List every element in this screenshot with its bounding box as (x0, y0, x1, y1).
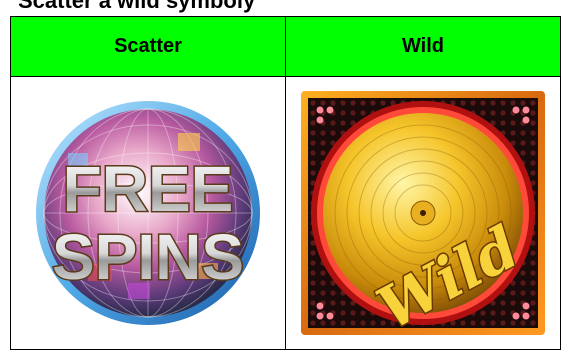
symbols-table: Scatter Wild FREE SPINS Wild (10, 16, 561, 350)
column-header-wild: Wild (285, 16, 561, 77)
scatter-symbol-cell: FREE SPINS (10, 76, 286, 350)
section-heading: Scatter a wild symboly (18, 0, 256, 13)
free-text: FREE (63, 153, 234, 225)
wild-gold-vinyl-record-icon: Wild (301, 91, 545, 338)
free-spins-disco-ball-icon: FREE SPINS (36, 101, 260, 325)
spins-text: SPINS (52, 221, 244, 293)
table-header-row: Scatter Wild (10, 16, 561, 77)
column-header-scatter: Scatter (10, 16, 286, 77)
wild-symbol-cell: Wild (285, 76, 561, 350)
table-row: FREE SPINS Wild (10, 76, 561, 350)
